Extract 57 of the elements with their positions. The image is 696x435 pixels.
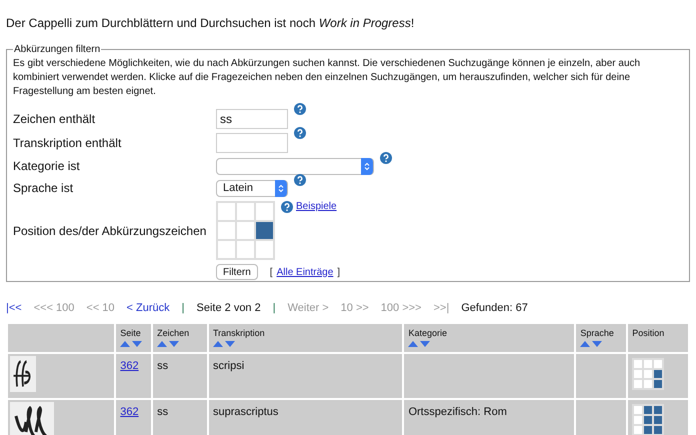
sort-arrows-icon[interactable] <box>120 340 142 347</box>
column-title: Zeichen <box>157 326 190 340</box>
filter-description: Es gibt verschiedene Möglichkeiten, wie du nach Abkürzungen suchen kannst. Die verschiedenen Suchzugänge können je einzeln, aber auch kombiniert verwendet werden. Klicke auf die Fragezeichen neben den einzelnen Suchzugängen, um herauszufinden, welcher sich für deine Fragestellung am besten eignet. <box>13 57 642 99</box>
table-cell: Ortsspezifisch: Rom <box>403 398 576 435</box>
text-field[interactable] <box>216 133 288 153</box>
intro-text: Der Cappelli zum Durchblättern und Durchsuchen ist noch Work in Progress! <box>6 15 416 32</box>
page-link[interactable]: 362 <box>120 406 139 418</box>
page-link[interactable]: 362 <box>120 360 139 372</box>
position-cell[interactable] <box>217 221 236 240</box>
column-title: Seite <box>120 326 142 340</box>
sort-arrows-icon[interactable] <box>408 340 430 347</box>
field-label: Sprache ist <box>13 180 74 197</box>
bracket: ] <box>337 266 340 280</box>
help-icon[interactable] <box>281 200 293 212</box>
pager-link[interactable]: < Zurück <box>126 300 170 316</box>
pager-separator: | <box>182 301 185 316</box>
column-title: Transkription <box>212 326 266 340</box>
column-title: Sprache <box>580 326 615 340</box>
pager-text: Seite 2 von 2 <box>196 301 261 316</box>
examples-link[interactable]: Beispiele <box>296 199 337 214</box>
pager-link[interactable]: |<< <box>6 300 22 316</box>
dropdown-icon <box>361 158 373 174</box>
select-field[interactable]: Latein <box>216 180 288 196</box>
column-title: Kategorie <box>408 326 448 340</box>
pager-text: Gefunden: 67 <box>461 301 528 316</box>
table-cell: ss <box>152 398 208 435</box>
position-cell[interactable] <box>255 221 274 240</box>
bracket: [ <box>270 266 273 280</box>
all-entries-link[interactable]: Alle Einträge <box>276 264 334 280</box>
dropdown-icon <box>275 180 287 196</box>
position-cell[interactable] <box>236 202 255 221</box>
field-label: Transkription enthält <box>13 135 122 152</box>
position-cell[interactable] <box>236 221 255 240</box>
column-title: Position <box>632 326 666 340</box>
position-cell[interactable] <box>217 240 236 259</box>
filter-button[interactable]: Filtern <box>216 264 258 280</box>
table-cell: suprascriptus <box>208 398 404 435</box>
position-cell[interactable] <box>236 240 255 259</box>
position-cell[interactable] <box>255 240 274 259</box>
help-icon[interactable] <box>294 103 306 115</box>
table-cell: scripsi <box>208 352 404 398</box>
table-cell: ss <box>152 352 208 398</box>
pager-separator: | <box>272 301 276 316</box>
sort-arrows-icon[interactable] <box>212 340 235 347</box>
text-field[interactable]: ss <box>216 109 288 129</box>
field-label: Kategorie ist <box>13 158 81 175</box>
help-icon[interactable] <box>380 152 392 164</box>
filter-legend: Abkürzungen filtern <box>13 42 102 57</box>
field-label: Zeichen enthält <box>13 111 96 128</box>
position-cell[interactable] <box>255 202 274 221</box>
sort-arrows-icon[interactable] <box>157 340 180 347</box>
field-label: Position des/der Abkürzungszeichen <box>13 222 208 240</box>
help-icon[interactable] <box>294 174 306 186</box>
select-field[interactable] <box>216 158 374 174</box>
position-cell[interactable] <box>217 202 236 221</box>
help-icon[interactable] <box>294 127 306 139</box>
sort-arrows-icon[interactable] <box>580 340 602 347</box>
